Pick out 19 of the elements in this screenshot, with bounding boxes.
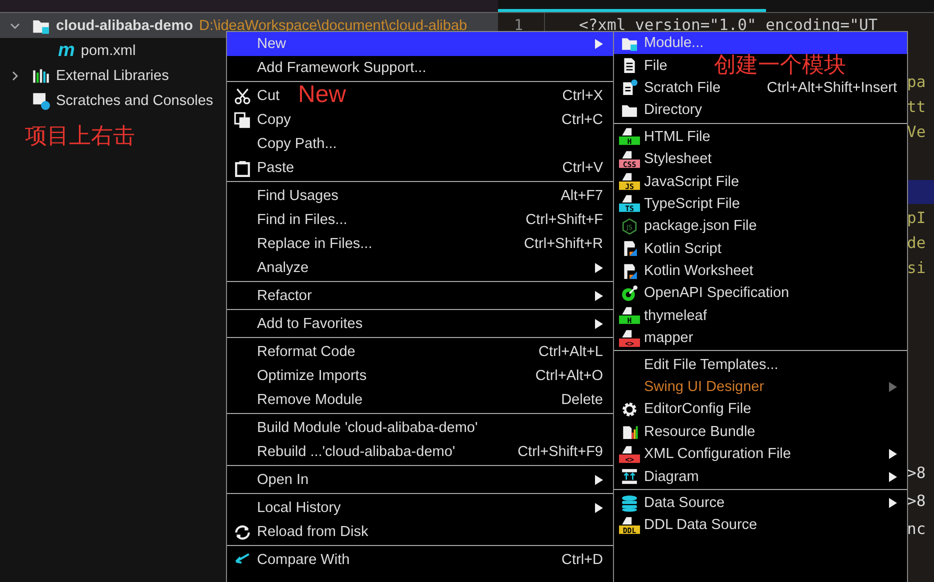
module-path: D:\ideaWorkspace\document\cloud-alibab	[198, 18, 468, 34]
code-fragment: Ve	[907, 122, 926, 143]
code-fragment: si	[907, 258, 926, 279]
tree-label: cloud-alibaba-demo	[56, 18, 193, 34]
code-fragment: nc	[907, 519, 926, 540]
code-fragment: tt	[907, 97, 926, 118]
code-fragment: pa	[907, 72, 926, 93]
code-fragment: de	[907, 233, 926, 254]
code-line: <?xml version="1.0" encoding="UT	[579, 16, 878, 34]
tree-label: Scratches and Consoles	[56, 92, 214, 108]
code-fragment: >8	[907, 463, 926, 484]
code-fragment: >8	[907, 491, 926, 512]
tree-label: External Libraries	[56, 68, 169, 84]
tree-label: pom.xml	[80, 42, 136, 58]
annotation-text: New	[298, 81, 346, 109]
maven-icon: m	[58, 40, 75, 62]
code-fragment: pI	[907, 208, 926, 229]
annotation-text: 创建一个模块	[714, 53, 846, 78]
annotation-text: 项目上右击	[25, 122, 135, 150]
